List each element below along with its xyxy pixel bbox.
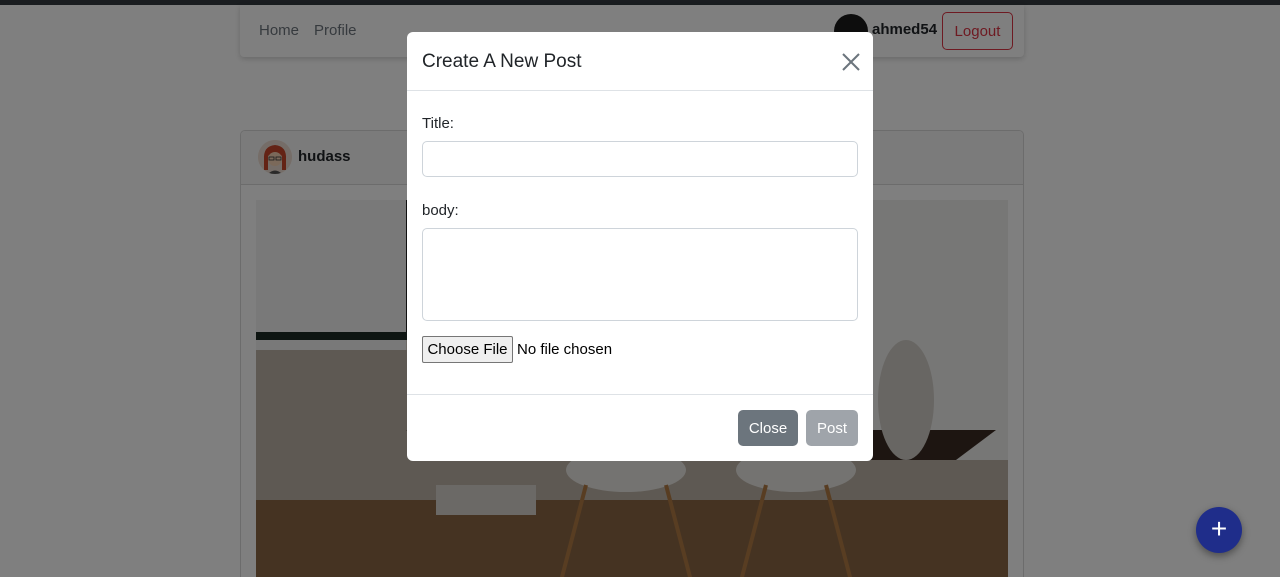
modal-footer: Close Post [407, 394, 873, 461]
body-textarea[interactable] [422, 228, 858, 321]
modal-header: Create A New Post [407, 32, 873, 91]
plus-icon: + [1210, 513, 1228, 544]
modal-title: Create A New Post [422, 51, 582, 72]
modal-body: Title: body: Choose File No file chosen [407, 91, 873, 394]
close-icon[interactable] [840, 51, 862, 73]
title-label: Title: [422, 115, 454, 132]
create-post-modal: Create A New Post Title: body: Choose Fi… [407, 32, 873, 461]
title-input[interactable] [422, 141, 858, 177]
body-label: body: [422, 202, 459, 219]
file-status: No file chosen [517, 341, 613, 358]
close-button[interactable]: Close [738, 410, 798, 446]
choose-file-button[interactable]: Choose File [422, 336, 513, 363]
add-post-button[interactable]: + [1196, 507, 1242, 553]
post-button[interactable]: Post [806, 410, 858, 446]
